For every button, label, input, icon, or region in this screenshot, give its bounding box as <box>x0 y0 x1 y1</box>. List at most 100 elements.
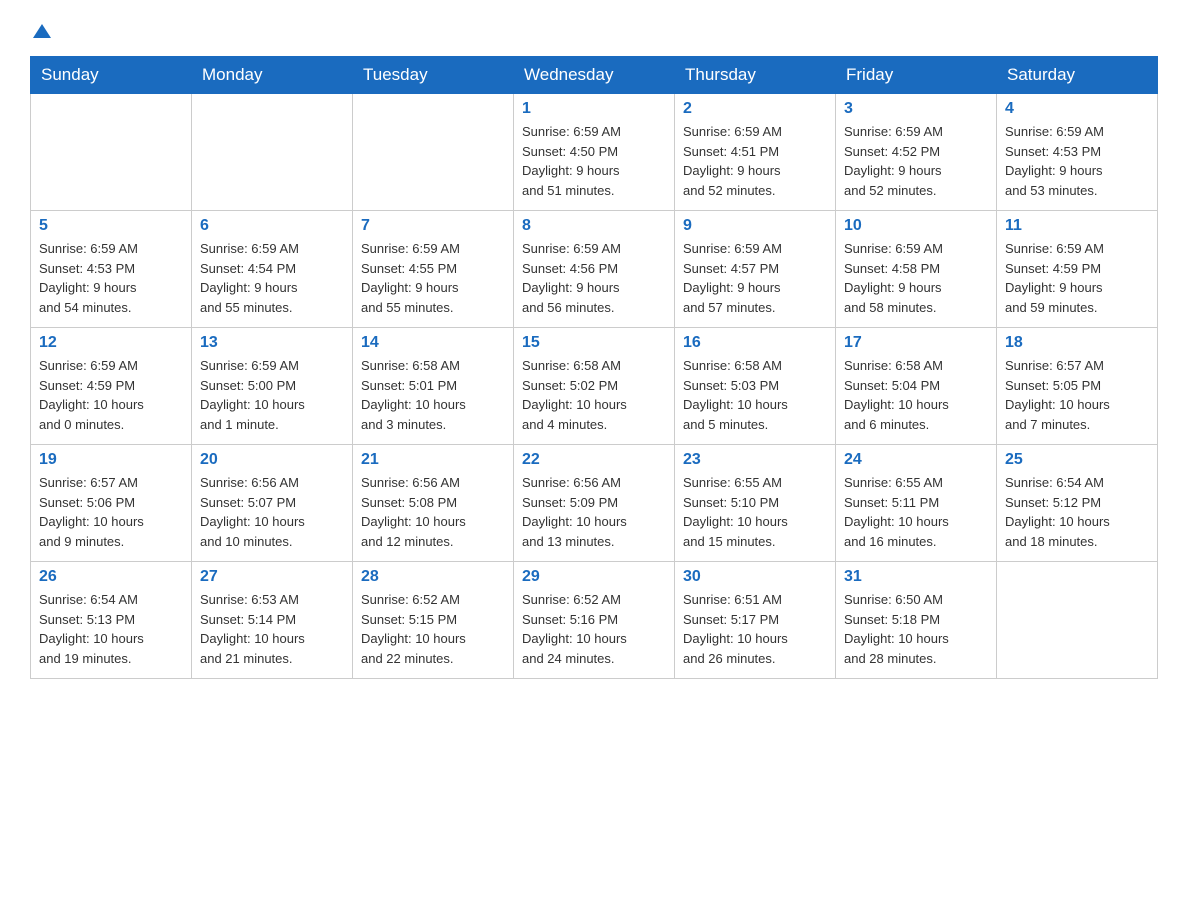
calendar-week-row: 19 Sunrise: 6:57 AM Sunset: 5:06 PM Dayli… <box>31 445 1158 562</box>
calendar-cell: 21 Sunrise: 6:56 AM Sunset: 5:08 PM Dayli… <box>353 445 514 562</box>
calendar-cell: 22 Sunrise: 6:56 AM Sunset: 5:09 PM Dayli… <box>514 445 675 562</box>
day-number: 25 <box>1005 451 1149 469</box>
calendar-cell: 6 Sunrise: 6:59 AM Sunset: 4:54 PM Daylig… <box>192 211 353 328</box>
logo <box>30 20 53 38</box>
day-number: 23 <box>683 451 827 469</box>
calendar-cell: 20Sunrise: 6:56 AM Sunset: 5:07 PM Dayli… <box>192 445 353 562</box>
day-number: 12 <box>39 334 183 352</box>
calendar-cell: 17Sunrise: 6:58 AM Sunset: 5:04 PM Dayli… <box>836 328 997 445</box>
day-info: Sunrise: 6:56 AM Sunset: 5:09 PM Dayligh… <box>522 473 666 551</box>
calendar-cell: 9 Sunrise: 6:59 AM Sunset: 4:57 PM Daylig… <box>675 211 836 328</box>
day-number: 5 <box>39 217 183 235</box>
day-number: 2 <box>683 100 827 118</box>
day-number: 9 <box>683 217 827 235</box>
calendar-cell: 14Sunrise: 6:58 AM Sunset: 5:01 PM Dayli… <box>353 328 514 445</box>
day-number: 6 <box>200 217 344 235</box>
day-number: 17 <box>844 334 988 352</box>
calendar-cell: 19 Sunrise: 6:57 AM Sunset: 5:06 PM Dayli… <box>31 445 192 562</box>
calendar-cell: 30 Sunrise: 6:51 AM Sunset: 5:17 PM Dayli… <box>675 562 836 679</box>
weekday-header-friday: Friday <box>836 57 997 94</box>
calendar-cell: 12 Sunrise: 6:59 AM Sunset: 4:59 PM Dayli… <box>31 328 192 445</box>
calendar-header: SundayMondayTuesdayWednesdayThursdayFrid… <box>31 57 1158 94</box>
calendar-cell: 28 Sunrise: 6:52 AM Sunset: 5:15 PM Dayli… <box>353 562 514 679</box>
calendar-cell: 18 Sunrise: 6:57 AM Sunset: 5:05 PM Dayli… <box>997 328 1158 445</box>
day-info: Sunrise: 6:59 AM Sunset: 4:56 PM Dayligh… <box>522 239 666 317</box>
day-number: 13 <box>200 334 344 352</box>
day-info: Sunrise: 6:59 AM Sunset: 4:54 PM Dayligh… <box>200 239 344 317</box>
weekday-header-tuesday: Tuesday <box>353 57 514 94</box>
day-number: 26 <box>39 568 183 586</box>
day-info: Sunrise: 6:51 AM Sunset: 5:17 PM Dayligh… <box>683 590 827 668</box>
day-number: 19 <box>39 451 183 469</box>
day-info: Sunrise: 6:59 AM Sunset: 4:52 PM Dayligh… <box>844 122 988 200</box>
day-number: 21 <box>361 451 505 469</box>
calendar-cell <box>192 94 353 211</box>
calendar-week-row: 12 Sunrise: 6:59 AM Sunset: 4:59 PM Dayli… <box>31 328 1158 445</box>
calendar-cell: 2 Sunrise: 6:59 AM Sunset: 4:51 PM Daylig… <box>675 94 836 211</box>
day-info: Sunrise: 6:59 AM Sunset: 4:58 PM Dayligh… <box>844 239 988 317</box>
calendar-cell: 1 Sunrise: 6:59 AM Sunset: 4:50 PM Daylig… <box>514 94 675 211</box>
day-info: Sunrise: 6:59 AM Sunset: 4:59 PM Dayligh… <box>39 356 183 434</box>
day-number: 22 <box>522 451 666 469</box>
calendar-cell <box>31 94 192 211</box>
weekday-header-monday: Monday <box>192 57 353 94</box>
day-number: 10 <box>844 217 988 235</box>
day-number: 7 <box>361 217 505 235</box>
day-number: 27 <box>200 568 344 586</box>
day-info: Sunrise: 6:58 AM Sunset: 5:03 PM Dayligh… <box>683 356 827 434</box>
header <box>30 20 1158 38</box>
calendar-body: 1 Sunrise: 6:59 AM Sunset: 4:50 PM Daylig… <box>31 94 1158 679</box>
calendar-cell: 4 Sunrise: 6:59 AM Sunset: 4:53 PM Daylig… <box>997 94 1158 211</box>
day-info: Sunrise: 6:59 AM Sunset: 4:53 PM Dayligh… <box>1005 122 1149 200</box>
day-number: 30 <box>683 568 827 586</box>
day-info: Sunrise: 6:52 AM Sunset: 5:15 PM Dayligh… <box>361 590 505 668</box>
weekday-header-sunday: Sunday <box>31 57 192 94</box>
day-number: 20 <box>200 451 344 469</box>
day-info: Sunrise: 6:59 AM Sunset: 4:50 PM Dayligh… <box>522 122 666 200</box>
day-info: Sunrise: 6:59 AM Sunset: 4:53 PM Dayligh… <box>39 239 183 317</box>
calendar-cell: 10 Sunrise: 6:59 AM Sunset: 4:58 PM Dayli… <box>836 211 997 328</box>
day-number: 4 <box>1005 100 1149 118</box>
calendar-cell: 5 Sunrise: 6:59 AM Sunset: 4:53 PM Daylig… <box>31 211 192 328</box>
day-info: Sunrise: 6:59 AM Sunset: 4:57 PM Dayligh… <box>683 239 827 317</box>
day-info: Sunrise: 6:57 AM Sunset: 5:05 PM Dayligh… <box>1005 356 1149 434</box>
day-info: Sunrise: 6:58 AM Sunset: 5:01 PM Dayligh… <box>361 356 505 434</box>
day-info: Sunrise: 6:59 AM Sunset: 4:51 PM Dayligh… <box>683 122 827 200</box>
day-number: 28 <box>361 568 505 586</box>
day-info: Sunrise: 6:52 AM Sunset: 5:16 PM Dayligh… <box>522 590 666 668</box>
day-info: Sunrise: 6:58 AM Sunset: 5:02 PM Dayligh… <box>522 356 666 434</box>
calendar-cell: 24 Sunrise: 6:55 AM Sunset: 5:11 PM Dayli… <box>836 445 997 562</box>
day-number: 24 <box>844 451 988 469</box>
calendar-cell: 11 Sunrise: 6:59 AM Sunset: 4:59 PM Dayli… <box>997 211 1158 328</box>
weekday-header-saturday: Saturday <box>997 57 1158 94</box>
day-info: Sunrise: 6:55 AM Sunset: 5:11 PM Dayligh… <box>844 473 988 551</box>
day-info: Sunrise: 6:54 AM Sunset: 5:13 PM Dayligh… <box>39 590 183 668</box>
calendar-cell: 13Sunrise: 6:59 AM Sunset: 5:00 PM Dayli… <box>192 328 353 445</box>
calendar-table: SundayMondayTuesdayWednesdayThursdayFrid… <box>30 56 1158 679</box>
calendar-cell: 23 Sunrise: 6:55 AM Sunset: 5:10 PM Dayli… <box>675 445 836 562</box>
calendar-cell: 27 Sunrise: 6:53 AM Sunset: 5:14 PM Dayli… <box>192 562 353 679</box>
day-info: Sunrise: 6:53 AM Sunset: 5:14 PM Dayligh… <box>200 590 344 668</box>
calendar-week-row: 1 Sunrise: 6:59 AM Sunset: 4:50 PM Daylig… <box>31 94 1158 211</box>
day-number: 18 <box>1005 334 1149 352</box>
day-number: 15 <box>522 334 666 352</box>
day-info: Sunrise: 6:59 AM Sunset: 4:59 PM Dayligh… <box>1005 239 1149 317</box>
logo-triangle-icon <box>31 20 53 42</box>
calendar-cell: 25Sunrise: 6:54 AM Sunset: 5:12 PM Dayli… <box>997 445 1158 562</box>
calendar-cell: 26 Sunrise: 6:54 AM Sunset: 5:13 PM Dayli… <box>31 562 192 679</box>
day-info: Sunrise: 6:55 AM Sunset: 5:10 PM Dayligh… <box>683 473 827 551</box>
calendar-cell: 7Sunrise: 6:59 AM Sunset: 4:55 PM Daylig… <box>353 211 514 328</box>
day-number: 11 <box>1005 217 1149 235</box>
calendar-cell: 16Sunrise: 6:58 AM Sunset: 5:03 PM Dayli… <box>675 328 836 445</box>
day-number: 1 <box>522 100 666 118</box>
day-info: Sunrise: 6:56 AM Sunset: 5:08 PM Dayligh… <box>361 473 505 551</box>
day-number: 3 <box>844 100 988 118</box>
calendar-week-row: 5 Sunrise: 6:59 AM Sunset: 4:53 PM Daylig… <box>31 211 1158 328</box>
day-info: Sunrise: 6:50 AM Sunset: 5:18 PM Dayligh… <box>844 590 988 668</box>
day-number: 8 <box>522 217 666 235</box>
weekday-header-thursday: Thursday <box>675 57 836 94</box>
calendar-cell <box>997 562 1158 679</box>
weekday-header-row: SundayMondayTuesdayWednesdayThursdayFrid… <box>31 57 1158 94</box>
calendar-cell <box>353 94 514 211</box>
day-info: Sunrise: 6:57 AM Sunset: 5:06 PM Dayligh… <box>39 473 183 551</box>
